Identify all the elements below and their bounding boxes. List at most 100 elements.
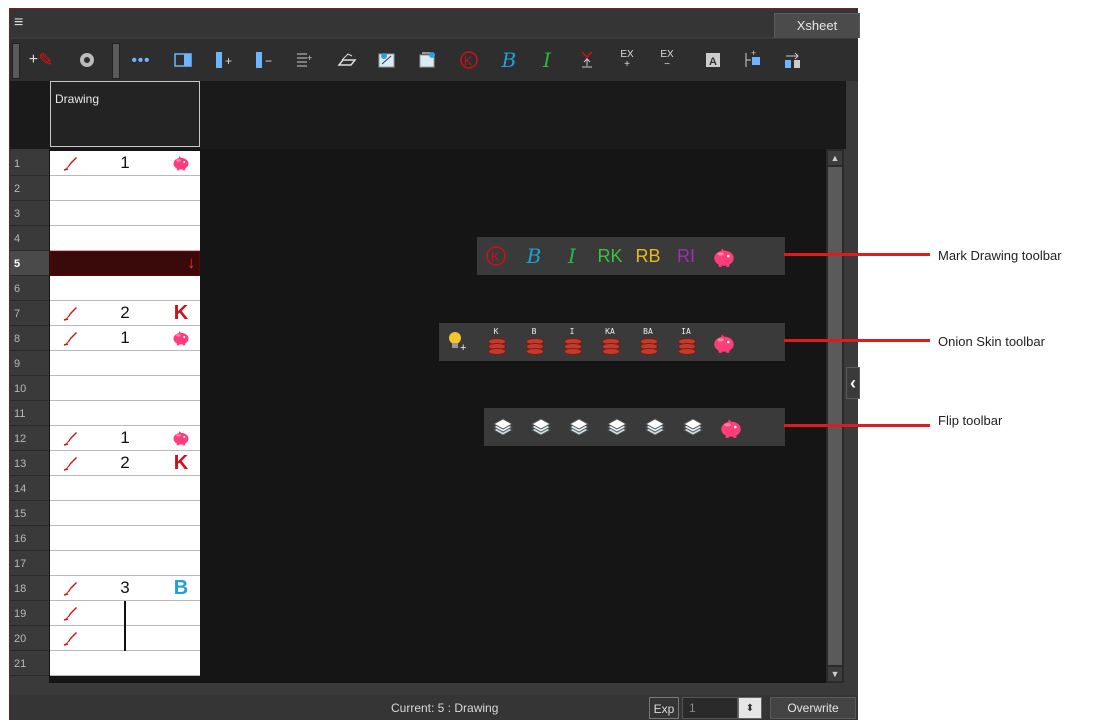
scroll-down-arrow-icon[interactable]: ▼	[828, 667, 842, 681]
gear-icon[interactable]	[72, 47, 102, 73]
flip-b-icon[interactable]	[522, 408, 560, 446]
onion-skin-b-icon[interactable]: B	[515, 323, 553, 361]
flip-callout-line	[784, 424, 930, 427]
onion-skin-ka-icon[interactable]: KA	[591, 323, 629, 361]
drawing-cell[interactable]	[50, 401, 200, 426]
scroll-up-arrow-icon[interactable]: ▲	[828, 151, 842, 165]
mark-breakdown-icon[interactable]: B	[515, 237, 553, 275]
panel-menu-icon[interactable]: ≡	[14, 13, 34, 33]
exp-stepper-icon[interactable]: ⬍	[738, 697, 762, 719]
flip-i-icon[interactable]	[560, 408, 598, 446]
overwrite-button[interactable]: Overwrite	[770, 697, 856, 719]
brush-icon	[62, 154, 80, 172]
expand-ex-minus-icon[interactable]: EX −	[652, 47, 682, 73]
drawing-cell[interactable]	[50, 226, 200, 251]
mark-retake-breakdown-icon[interactable]: RB	[629, 237, 667, 275]
drawing-cell[interactable]: 2K	[50, 451, 200, 476]
brush-icon	[62, 579, 80, 597]
add-frames-icon[interactable]: +	[210, 47, 240, 73]
hold-line	[124, 626, 126, 651]
mark-breakdown-icon[interactable]: B	[494, 47, 524, 73]
column-header-drawing[interactable]: Drawing	[50, 81, 200, 147]
row-number: 2	[10, 176, 49, 201]
mark-retake-inbetween-icon[interactable]: RI	[667, 237, 705, 275]
mark-inbetween-icon[interactable]: I	[532, 47, 562, 73]
mark-key-icon[interactable]: K	[477, 237, 515, 275]
create-drawing-icon[interactable]	[372, 47, 402, 73]
remove-frames-icon[interactable]: −	[250, 47, 280, 73]
mark-drawing-toolbar: K B I RK RB RI	[477, 237, 785, 275]
drawing-cell[interactable]	[50, 176, 200, 201]
brush-icon	[62, 304, 80, 322]
row-number: 6	[10, 276, 49, 301]
drawing-cell[interactable]	[50, 376, 200, 401]
row-number: 14	[10, 476, 49, 501]
xsheet-toolbar: + ✎ ••• + − + K B I EX + EX − A +	[10, 39, 858, 81]
tab-xsheet[interactable]: Xsheet	[774, 13, 860, 38]
onion-skin-i-icon[interactable]: I	[553, 323, 591, 361]
mark-key-icon[interactable]: K	[454, 47, 484, 73]
piggy-bank-icon[interactable]	[705, 323, 743, 361]
mark-retake-key-icon[interactable]: RK	[591, 237, 629, 275]
drawing-cell[interactable]	[50, 551, 200, 576]
collapse-panel-chevron-icon[interactable]: ‹	[846, 367, 860, 399]
scan-icon[interactable]	[332, 47, 362, 73]
row-number: 17	[10, 551, 49, 576]
flip-k-icon[interactable]	[484, 408, 522, 446]
drawing-number: 1	[120, 153, 130, 172]
frame-list-icon[interactable]: +	[290, 47, 320, 73]
row-number: 5	[10, 251, 49, 276]
drawing-cell[interactable]	[50, 201, 200, 226]
drawing-number: 1	[120, 428, 130, 447]
row-number-column: 1 2 3 4 5 6 7 8 9 10 11 12 13 14 15 16 17 18 19 20 21	[10, 149, 49, 683]
drawing-cell[interactable]	[50, 526, 200, 551]
import-icon[interactable]	[412, 47, 442, 73]
brush-icon	[62, 604, 80, 622]
toolbar-grip-handle-2[interactable]	[112, 43, 120, 79]
drawing-cell[interactable]: 2K	[50, 301, 200, 326]
svg-text:+: +	[751, 50, 756, 58]
exp-value-input[interactable]: 1	[682, 697, 738, 719]
piggy-bank-icon[interactable]	[705, 237, 743, 275]
lightbulb-add-icon[interactable]: +	[439, 323, 477, 361]
row-number: 15	[10, 501, 49, 526]
flip-ia-icon[interactable]	[674, 408, 712, 446]
text-a-icon[interactable]: A	[698, 47, 728, 73]
drawing-cell[interactable]: 1	[50, 426, 200, 451]
insert-icon[interactable]: +	[738, 47, 768, 73]
flip-toolbar	[484, 408, 785, 446]
down-arrow-icon: ↓	[187, 253, 196, 272]
xsheet-panel: ≡ Xsheet + ✎ ••• + − + K B I EX + EX − A + Drawing 1…	[9, 8, 860, 720]
drawing-cell[interactable]: 1	[50, 151, 200, 176]
drawing-cell[interactable]	[50, 626, 200, 651]
expand-ex-plus-icon[interactable]: EX +	[612, 47, 642, 73]
panel-toggle-icon[interactable]	[168, 47, 198, 73]
panel-topbar: ≡ Xsheet	[10, 9, 860, 38]
flip-ba-icon[interactable]	[636, 408, 674, 446]
onion-skin-callout-label: Onion Skin toolbar	[938, 334, 1045, 349]
drawing-cell[interactable]	[50, 276, 200, 301]
drawing-cell[interactable]	[50, 501, 200, 526]
vertical-scrollbar[interactable]: ▲ ▼	[826, 149, 844, 683]
onion-skin-ba-icon[interactable]: BA	[629, 323, 667, 361]
row-number: 8	[10, 326, 49, 351]
drawing-cell[interactable]	[50, 351, 200, 376]
add-column-icon[interactable]: + ✎	[26, 47, 56, 73]
drawing-cell[interactable]	[50, 476, 200, 501]
current-frame-cell[interactable]: ↓	[50, 251, 200, 276]
drawing-cell[interactable]	[50, 651, 200, 676]
breakdown-mark-label: B	[173, 577, 189, 599]
flip-ka-icon[interactable]	[598, 408, 636, 446]
drawing-cell[interactable]: 3B	[50, 576, 200, 601]
scrollbar-thumb[interactable]	[828, 167, 842, 665]
fill-icon[interactable]	[572, 47, 602, 73]
drawing-cell[interactable]: 1	[50, 326, 200, 351]
toolbar-grip-handle[interactable]	[12, 43, 20, 79]
onion-skin-k-icon[interactable]: K	[477, 323, 515, 361]
piggy-bank-icon[interactable]	[712, 408, 750, 446]
mark-inbetween-icon[interactable]: I	[553, 237, 591, 275]
drawing-cell[interactable]	[50, 601, 200, 626]
ellipsis-icon[interactable]: •••	[126, 47, 156, 73]
move-right-icon[interactable]	[778, 47, 808, 73]
onion-skin-ia-icon[interactable]: IA	[667, 323, 705, 361]
